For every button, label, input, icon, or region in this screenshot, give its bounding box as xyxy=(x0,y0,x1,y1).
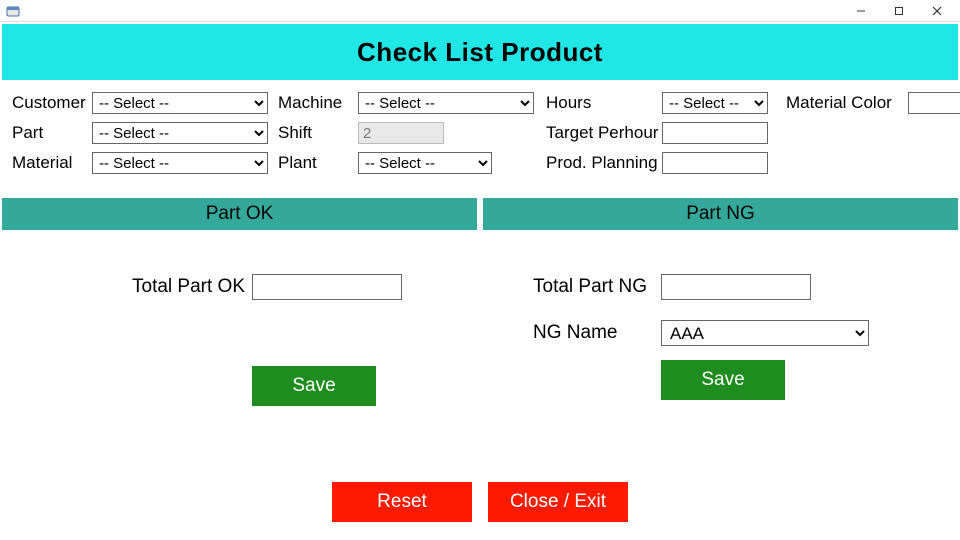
column-ng: Total Part NG NG Name AAA Save xyxy=(483,274,958,426)
matcolor-label: Material Color xyxy=(786,93,908,113)
shift-label: Shift xyxy=(278,123,358,143)
section-headers: Part OK Part NG xyxy=(2,198,958,230)
column-ok: Total Part OK Save xyxy=(2,274,477,426)
section-ok-title: Part OK xyxy=(206,203,274,225)
section-ng-title: Part NG xyxy=(686,203,755,225)
bottom-actions: Reset Close / Exit xyxy=(0,482,960,522)
section-part-ok: Part OK xyxy=(2,198,477,230)
maximize-button[interactable] xyxy=(880,0,918,22)
save-ng-button[interactable]: Save xyxy=(661,360,785,400)
hours-label: Hours xyxy=(546,93,662,113)
part-select[interactable]: -- Select -- xyxy=(92,122,268,144)
columns: Total Part OK Save Total Part NG NG Name… xyxy=(2,230,958,426)
customer-select[interactable]: -- Select -- xyxy=(92,92,268,114)
page-header: Check List Product xyxy=(2,24,958,80)
machine-select[interactable]: -- Select -- xyxy=(358,92,534,114)
shift-input xyxy=(358,122,444,144)
app-icon xyxy=(6,4,20,18)
title-bar xyxy=(0,0,960,22)
close-exit-button[interactable]: Close / Exit xyxy=(488,482,628,522)
total-ng-label: Total Part NG xyxy=(533,276,661,298)
minimize-button[interactable] xyxy=(842,0,880,22)
plant-label: Plant xyxy=(278,153,358,173)
total-ok-input[interactable] xyxy=(252,274,402,300)
machine-label: Machine xyxy=(278,93,358,113)
material-label: Material xyxy=(12,153,92,173)
hours-select[interactable]: -- Select -- xyxy=(662,92,768,114)
prodplan-input[interactable] xyxy=(662,152,768,174)
form-area: Customer -- Select -- Part -- Select -- … xyxy=(0,80,960,190)
close-button[interactable] xyxy=(918,0,956,22)
target-label: Target Perhour xyxy=(546,123,662,143)
ng-name-select[interactable]: AAA xyxy=(661,320,869,346)
page-title: Check List Product xyxy=(357,37,603,68)
plant-select[interactable]: -- Select -- xyxy=(358,152,492,174)
matcolor-input[interactable] xyxy=(908,92,960,114)
target-input[interactable] xyxy=(662,122,768,144)
section-part-ng: Part NG xyxy=(483,198,958,230)
total-ok-label: Total Part OK xyxy=(132,276,252,298)
part-label: Part xyxy=(12,123,92,143)
ng-name-label: NG Name xyxy=(533,322,661,344)
reset-button[interactable]: Reset xyxy=(332,482,472,522)
material-select[interactable]: -- Select -- xyxy=(92,152,268,174)
window-controls xyxy=(842,0,956,22)
prodplan-label: Prod. Planning xyxy=(546,153,662,173)
customer-label: Customer xyxy=(12,93,92,113)
total-ng-input[interactable] xyxy=(661,274,811,300)
save-ok-button[interactable]: Save xyxy=(252,366,376,406)
